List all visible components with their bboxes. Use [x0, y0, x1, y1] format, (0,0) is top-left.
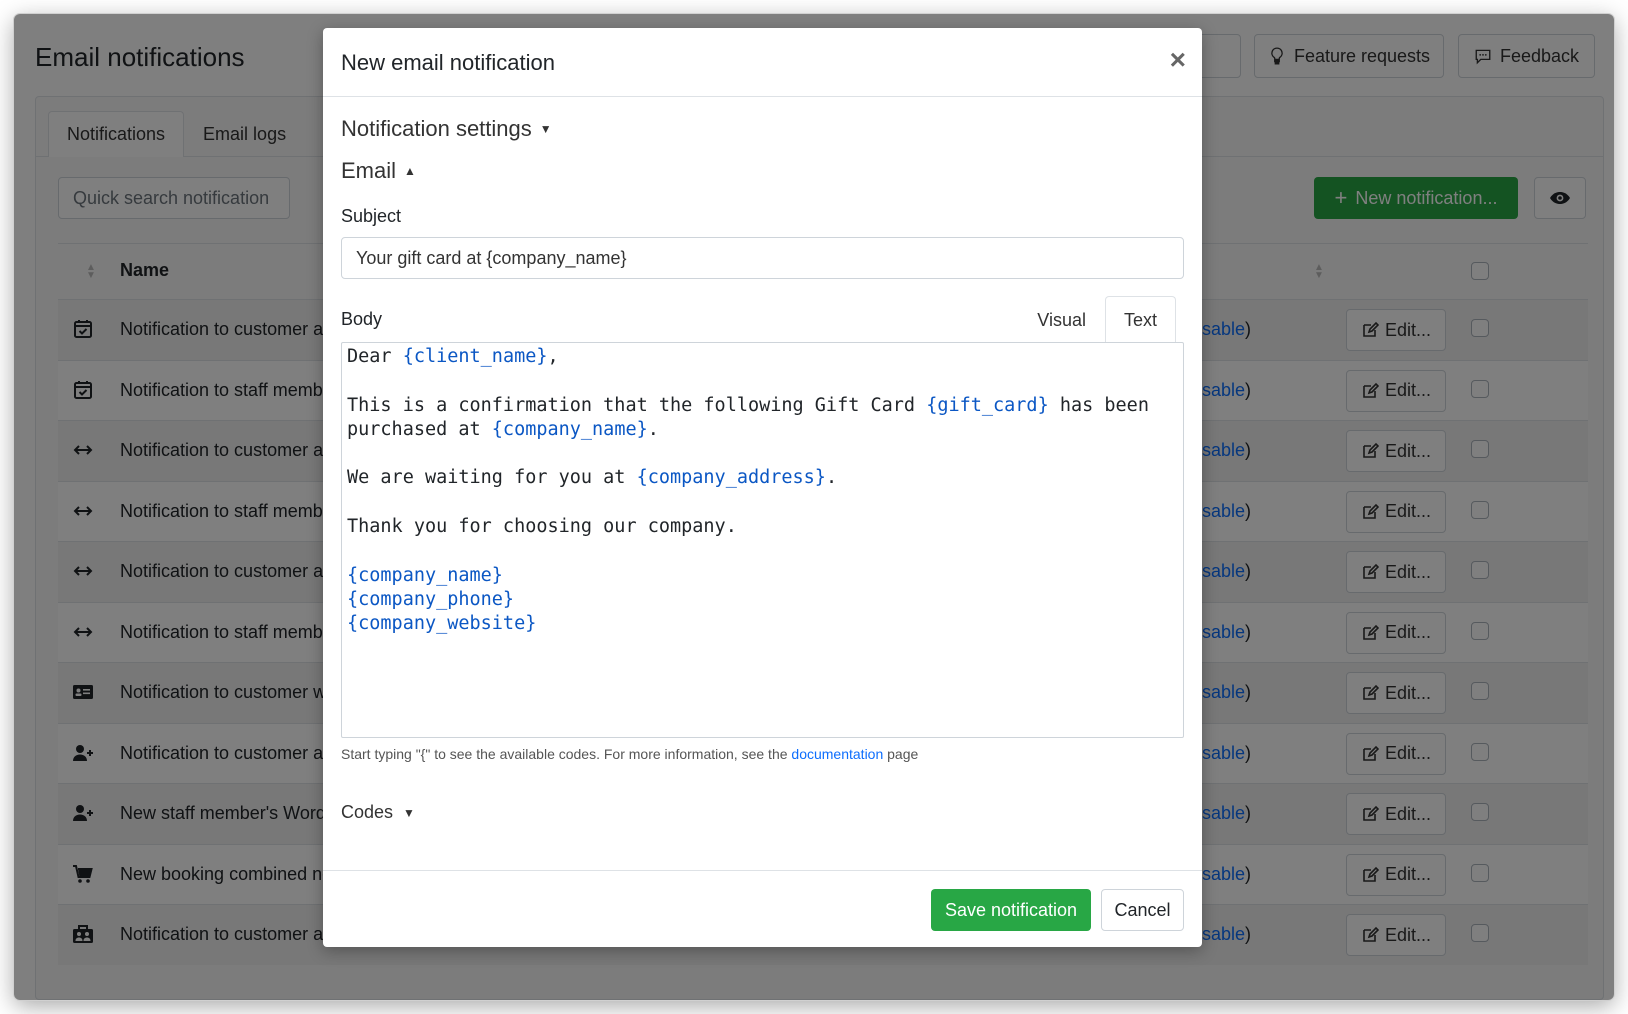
- notification-settings-label: Notification settings: [341, 116, 532, 141]
- cancel-button[interactable]: Cancel: [1101, 889, 1184, 931]
- tab-text[interactable]: Text: [1104, 296, 1176, 343]
- caret-up-icon: ▲: [404, 164, 416, 178]
- body-text: This is a confirmation that the followin…: [347, 394, 927, 416]
- notification-settings-toggle[interactable]: Notification settings ▼: [341, 116, 552, 142]
- subject-label: Subject: [341, 206, 402, 226]
- codes-toggle[interactable]: Codes ▼: [341, 802, 415, 823]
- placeholder-code: {company_address}: [636, 467, 826, 489]
- save-notification-button[interactable]: Save notification: [931, 889, 1091, 931]
- placeholder-code: {company_name}: [347, 564, 503, 586]
- placeholder-code: {client_name}: [402, 346, 548, 367]
- subject-field[interactable]: Your gift card at {company_name}: [341, 237, 1184, 279]
- modal-header: New email notification ×: [323, 28, 1202, 97]
- body-text: Dear: [347, 346, 403, 367]
- codes-label: Codes: [341, 802, 394, 822]
- close-icon[interactable]: ×: [1170, 46, 1186, 74]
- placeholder-code: {gift_card}: [926, 394, 1049, 416]
- placeholder-code: {company_name}: [491, 418, 648, 440]
- help-suffix: page: [887, 746, 919, 762]
- caret-down-icon: ▼: [403, 805, 415, 820]
- body-text: .: [825, 467, 838, 489]
- body-text: purchased at: [347, 418, 492, 440]
- body-text: ,: [547, 346, 559, 367]
- modal-title: New email notification: [341, 50, 555, 75]
- body-textarea[interactable]: Dear {client_name}, This is a confirmati…: [341, 342, 1184, 738]
- email-section-label: Email: [341, 158, 397, 183]
- placeholder-code: {company_phone}: [347, 588, 515, 610]
- help-prefix: Start typing "{" to see the available co…: [341, 746, 788, 762]
- placeholder-code: {company_website}: [347, 613, 537, 635]
- caret-down-icon: ▼: [539, 122, 552, 136]
- body-text: has been: [1048, 394, 1149, 416]
- email-section-toggle[interactable]: Email ▲: [341, 158, 416, 184]
- body-text: Thank you for choosing our company.: [347, 516, 737, 538]
- modal-footer: Save notification Cancel: [323, 870, 1202, 947]
- body-text: We are waiting for you at: [347, 467, 637, 489]
- documentation-link[interactable]: documentation: [791, 746, 883, 762]
- editor-help-text: Start typing "{" to see the available co…: [341, 746, 918, 762]
- body-label: Body: [341, 309, 383, 329]
- body-editor-tabs: Visual Text: [1018, 296, 1176, 343]
- new-email-notification-modal: New email notification × Notification se…: [323, 28, 1202, 947]
- app-window: Email notifications Feature requests Fee…: [14, 14, 1614, 1000]
- tab-visual[interactable]: Visual: [1018, 296, 1105, 343]
- body-text: .: [647, 418, 659, 440]
